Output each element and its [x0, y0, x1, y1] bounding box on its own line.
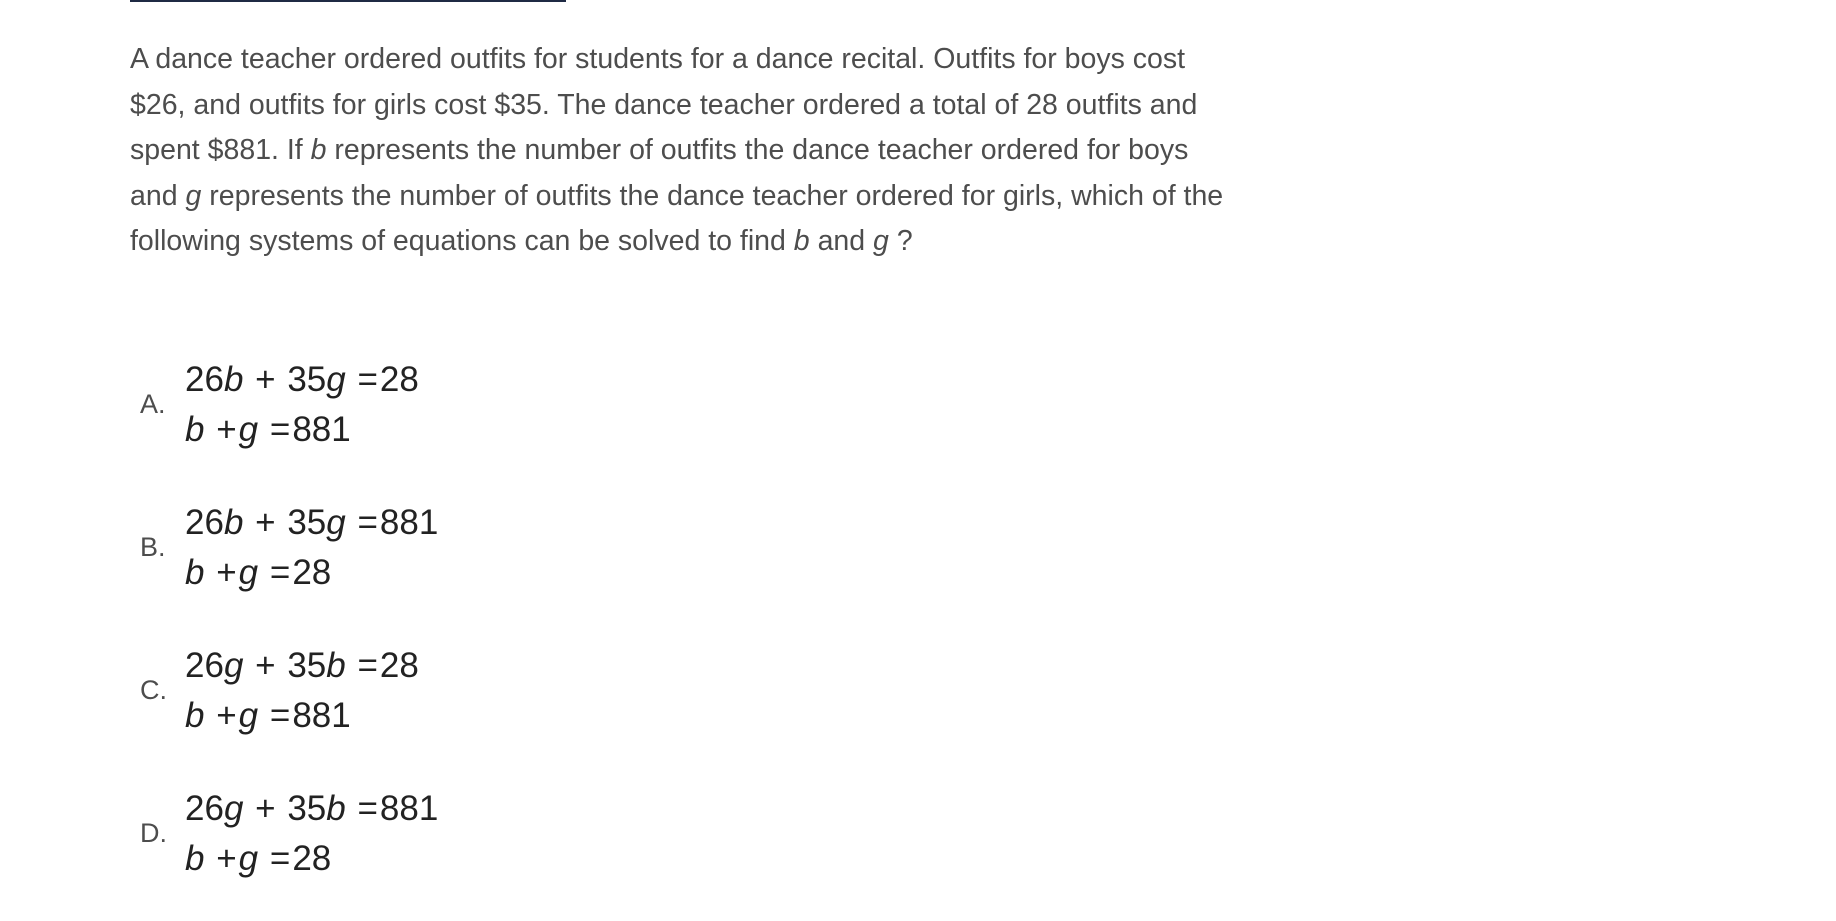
equation-line-1: 26g + 35b =881	[185, 789, 439, 828]
question-text: A dance teacher ordered outfits for stud…	[130, 37, 1230, 265]
answer-choice-a[interactable]: A. 26b + 35g =28 b +g =881	[140, 350, 740, 450]
question-text-part: represents the number of outfits the dan…	[130, 179, 1224, 258]
answer-choice-b[interactable]: B. 26b + 35g =881 b +g =28	[140, 493, 740, 593]
equation-line-2: b +g =28	[185, 839, 332, 878]
answer-choice-d[interactable]: D. 26g + 35b =881 b +g =28	[140, 779, 740, 879]
variable-b: b	[793, 225, 810, 257]
question-text-part: ?	[888, 225, 913, 257]
variable-g: g	[873, 225, 889, 257]
equation-line-2: b +g =881	[185, 696, 351, 735]
choice-letter: A.	[140, 389, 166, 419]
top-divider	[130, 0, 566, 2]
equation-line-1: 26g + 35b =28	[185, 646, 419, 685]
question-text-part: and	[809, 225, 874, 257]
answer-choice-c[interactable]: C. 26g + 35b =28 b +g =881	[140, 636, 740, 736]
choice-letter: B.	[140, 532, 166, 562]
equation-line-1: 26b + 35g =28	[185, 360, 419, 399]
variable-g: g	[185, 179, 202, 212]
choice-letter: D.	[140, 818, 167, 848]
choice-letter: C.	[140, 675, 167, 705]
equation-line-2: b +g =881	[185, 410, 351, 449]
equation-line-1: 26b + 35g =881	[185, 503, 439, 542]
equation-line-2: b +g =28	[185, 553, 332, 592]
variable-b: b	[310, 134, 327, 166]
